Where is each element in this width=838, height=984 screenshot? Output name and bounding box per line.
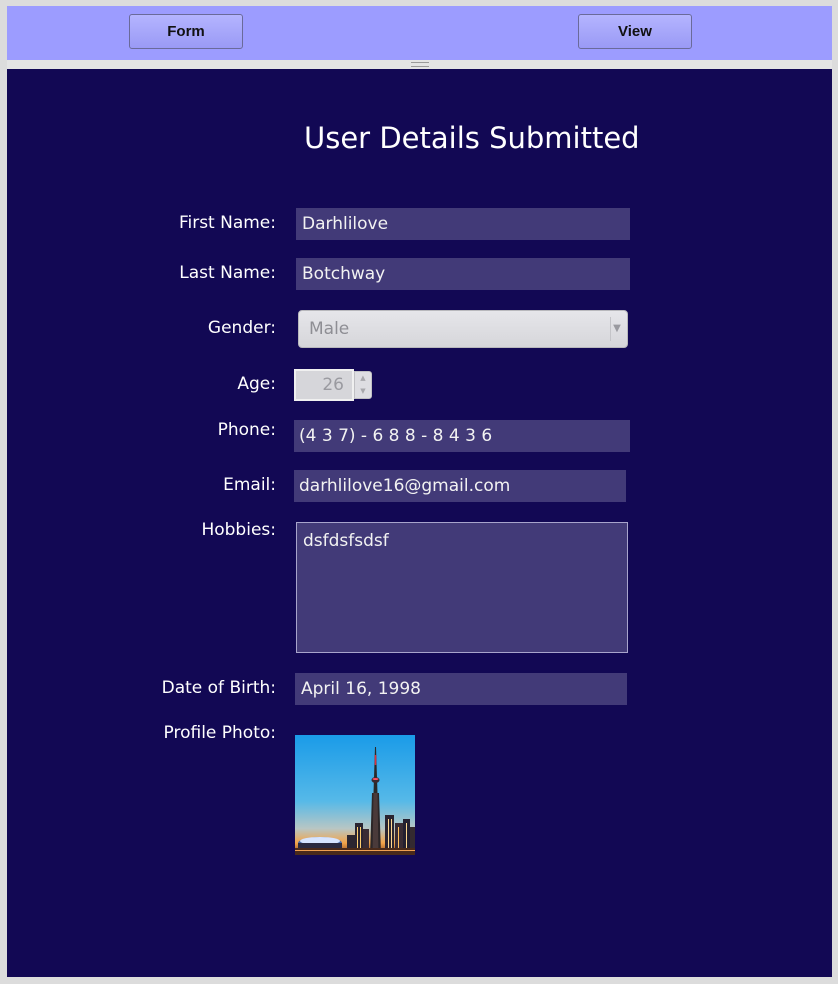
first-name-label: First Name:	[178, 213, 276, 233]
form-button[interactable]: Form	[129, 14, 243, 49]
last-name-label: Last Name:	[179, 263, 276, 283]
dob-field[interactable]: April 16, 1998	[295, 673, 627, 705]
splitter-divider[interactable]	[7, 60, 832, 69]
toolbar: Form View	[7, 6, 832, 60]
hobbies-label: Hobbies:	[201, 520, 276, 540]
profile-photo-label: Profile Photo:	[163, 723, 276, 743]
page-title: User Details Submitted	[304, 121, 640, 155]
age-stepper[interactable]: 26 ▲ ▼	[294, 369, 372, 401]
phone-label: Phone:	[217, 420, 276, 440]
chevron-down-icon[interactable]: ▼	[610, 317, 623, 341]
phone-field[interactable]: (4 3 7) - 6 8 8 - 8 4 3 6	[294, 420, 630, 452]
first-name-field[interactable]: Darhlilove	[296, 208, 630, 240]
email-field[interactable]: darhlilove16@gmail.com	[294, 470, 626, 502]
hobbies-textarea[interactable]: dsfdsfsdsf	[296, 522, 628, 653]
user-details-panel: User Details Submitted First Name: Darhl…	[7, 69, 832, 977]
email-label: Email:	[223, 475, 276, 495]
profile-photo	[295, 735, 415, 855]
gender-label: Gender:	[207, 318, 276, 338]
app-window: Form View User Details Submitted First N…	[0, 0, 838, 984]
last-name-field[interactable]: Botchway	[296, 258, 630, 290]
view-button[interactable]: View	[578, 14, 692, 49]
gender-selected-value: Male	[309, 319, 350, 339]
chevron-up-icon[interactable]: ▲	[355, 372, 371, 385]
age-value[interactable]: 26	[294, 369, 354, 401]
gender-select[interactable]: Male ▼	[298, 310, 628, 348]
city-skyline-image	[295, 735, 415, 855]
dob-label: Date of Birth:	[161, 678, 276, 698]
chevron-down-icon[interactable]: ▼	[355, 385, 371, 398]
age-label: Age:	[237, 374, 276, 394]
drag-handle-icon[interactable]	[411, 62, 429, 67]
age-stepper-buttons: ▲ ▼	[354, 371, 372, 399]
